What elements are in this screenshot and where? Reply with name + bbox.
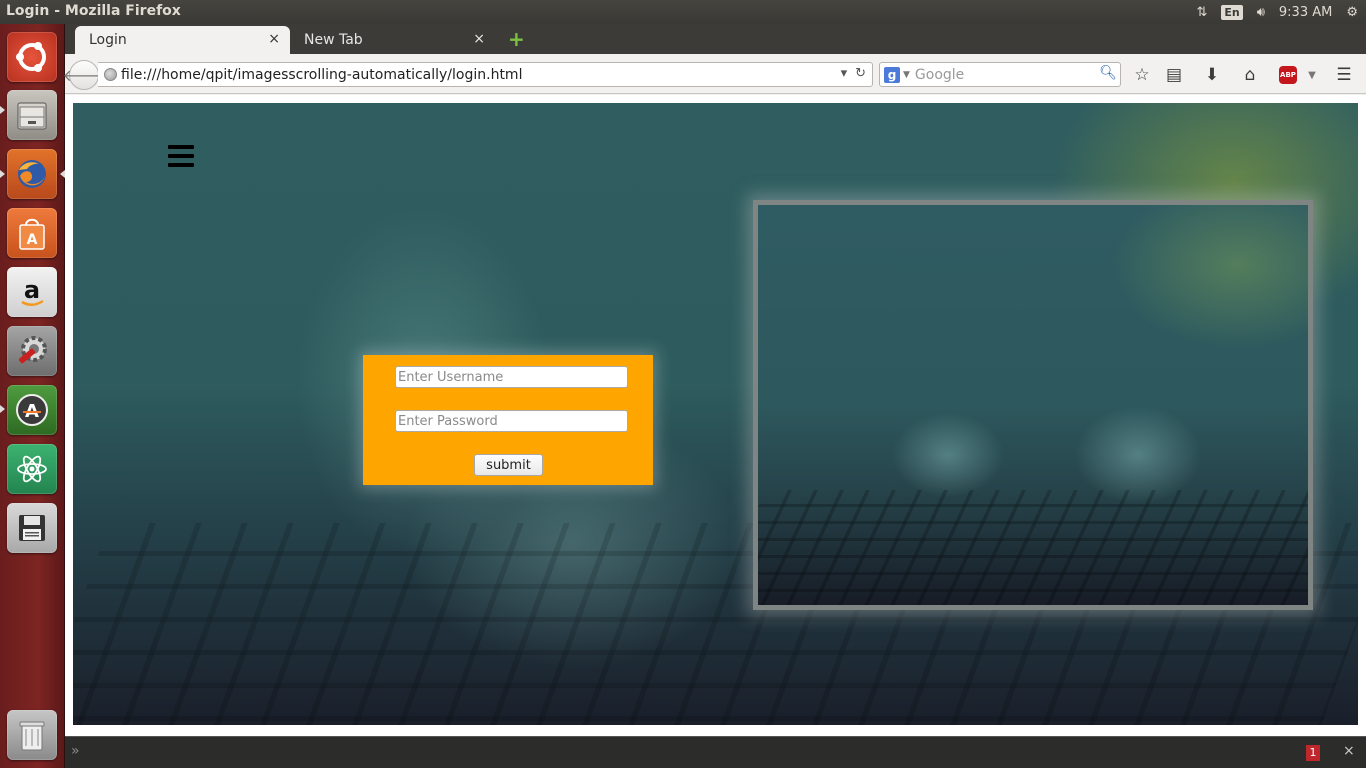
hamburger-menu-icon[interactable] (168, 145, 194, 167)
running-indicator (0, 106, 5, 114)
launcher: A a A (0, 24, 65, 768)
software-updater-button[interactable]: A (7, 385, 57, 435)
image-frame (753, 200, 1313, 610)
shopping-bag-icon: A (19, 218, 45, 250)
hamburger-menu-icon[interactable]: ☰ (1333, 64, 1355, 86)
tab-new-tab[interactable]: New Tab × (290, 26, 495, 54)
gear-wrench-icon (18, 336, 47, 364)
reading-list-icon[interactable]: ▤ (1163, 64, 1185, 86)
system-tray: ⇅ En 🔊︎ 9:33 AM ⚙ (1196, 0, 1366, 24)
svg-text:a: a (24, 276, 40, 304)
software-center-button[interactable]: A (7, 208, 57, 258)
submit-button[interactable]: submit (474, 454, 543, 476)
adblock-plus-button[interactable]: ABP (1277, 64, 1299, 86)
firefox-window: Login × New Tab × + 🡐 file:///home/qpit/… (63, 24, 1366, 736)
system-settings-button[interactable] (7, 326, 57, 376)
running-indicator (0, 170, 5, 178)
downloads-icon[interactable]: ⬇ (1201, 64, 1223, 86)
back-button[interactable]: 🡐 (63, 60, 105, 90)
keyboard-layout-indicator[interactable]: En (1221, 4, 1243, 20)
globe-icon (104, 68, 117, 81)
network-icon[interactable]: ⇅ (1196, 5, 1207, 20)
adblock-dropdown-icon[interactable]: ▼ (1301, 64, 1323, 86)
tab-label: Login (89, 32, 127, 48)
url-bar[interactable]: file:///home/qpit/imagesscrolling-automa… (98, 62, 873, 87)
bookmark-star-icon[interactable]: ☆ (1131, 64, 1153, 86)
ubuntu-logo-icon (16, 42, 46, 72)
navigation-toolbar: 🡐 file:///home/qpit/imagesscrolling-auto… (63, 54, 1366, 94)
new-tab-plus-icon[interactable]: + (508, 29, 525, 49)
close-tab-icon[interactable]: × (268, 31, 280, 47)
atom-editor-button[interactable] (7, 444, 57, 494)
history-dropdown-icon[interactable]: ▾ (841, 66, 848, 81)
search-bar[interactable]: g ▼ Google 🔍︎ (879, 62, 1121, 87)
atom-icon (17, 455, 47, 483)
close-tab-icon[interactable]: × (473, 31, 485, 47)
floppy-disk-icon (19, 515, 45, 541)
trash-button[interactable] (7, 710, 57, 760)
running-indicator (0, 405, 5, 413)
amazon-button[interactable]: a (7, 267, 57, 317)
typing-hands-image (758, 205, 1308, 605)
updater-icon: A (16, 394, 48, 426)
tab-label: New Tab (304, 32, 363, 48)
expand-toggle-icon[interactable]: » (71, 743, 80, 759)
search-placeholder: Google (914, 66, 965, 83)
password-input[interactable] (395, 410, 628, 432)
volume-icon[interactable]: 🔊︎ (1257, 5, 1265, 20)
page-background: submit (73, 103, 1358, 725)
tab-strip: Login × New Tab × + (65, 24, 1366, 54)
engine-dropdown-icon[interactable]: ▼ (903, 70, 910, 80)
ubuntu-dash-button[interactable] (7, 32, 57, 82)
trash-icon (19, 721, 45, 751)
amazon-icon: a (21, 276, 44, 306)
page-viewport: submit (65, 95, 1366, 736)
save-drive-button[interactable] (7, 503, 57, 553)
url-text: file:///home/qpit/imagesscrolling-automa… (121, 66, 523, 83)
files-button[interactable] (7, 90, 57, 140)
search-magnifier-icon[interactable]: 🔍︎ (1099, 65, 1117, 81)
top-panel: Login - Mozilla Firefox ⇅ En 🔊︎ 9:33 AM … (0, 0, 1366, 24)
file-cabinet-icon (17, 102, 47, 130)
username-input[interactable] (395, 366, 628, 388)
addon-bar: » 1 × (65, 736, 1366, 768)
tab-login[interactable]: Login × (75, 26, 290, 54)
clock[interactable]: 9:33 AM (1279, 5, 1332, 20)
close-addon-bar-icon[interactable]: × (1343, 743, 1355, 759)
notification-badge[interactable]: 1 (1306, 745, 1320, 761)
google-engine-icon[interactable]: g (884, 66, 900, 83)
reload-icon[interactable]: ↻ (855, 66, 866, 81)
settings-gear-icon[interactable]: ⚙ (1346, 5, 1358, 20)
firefox-icon (18, 160, 46, 188)
login-form: submit (363, 355, 653, 485)
home-icon[interactable]: ⌂ (1239, 64, 1261, 86)
firefox-button[interactable] (7, 149, 57, 199)
window-title: Login - Mozilla Firefox (6, 3, 181, 19)
adblock-plus-icon: ABP (1279, 66, 1297, 84)
svg-text:A: A (27, 232, 38, 248)
